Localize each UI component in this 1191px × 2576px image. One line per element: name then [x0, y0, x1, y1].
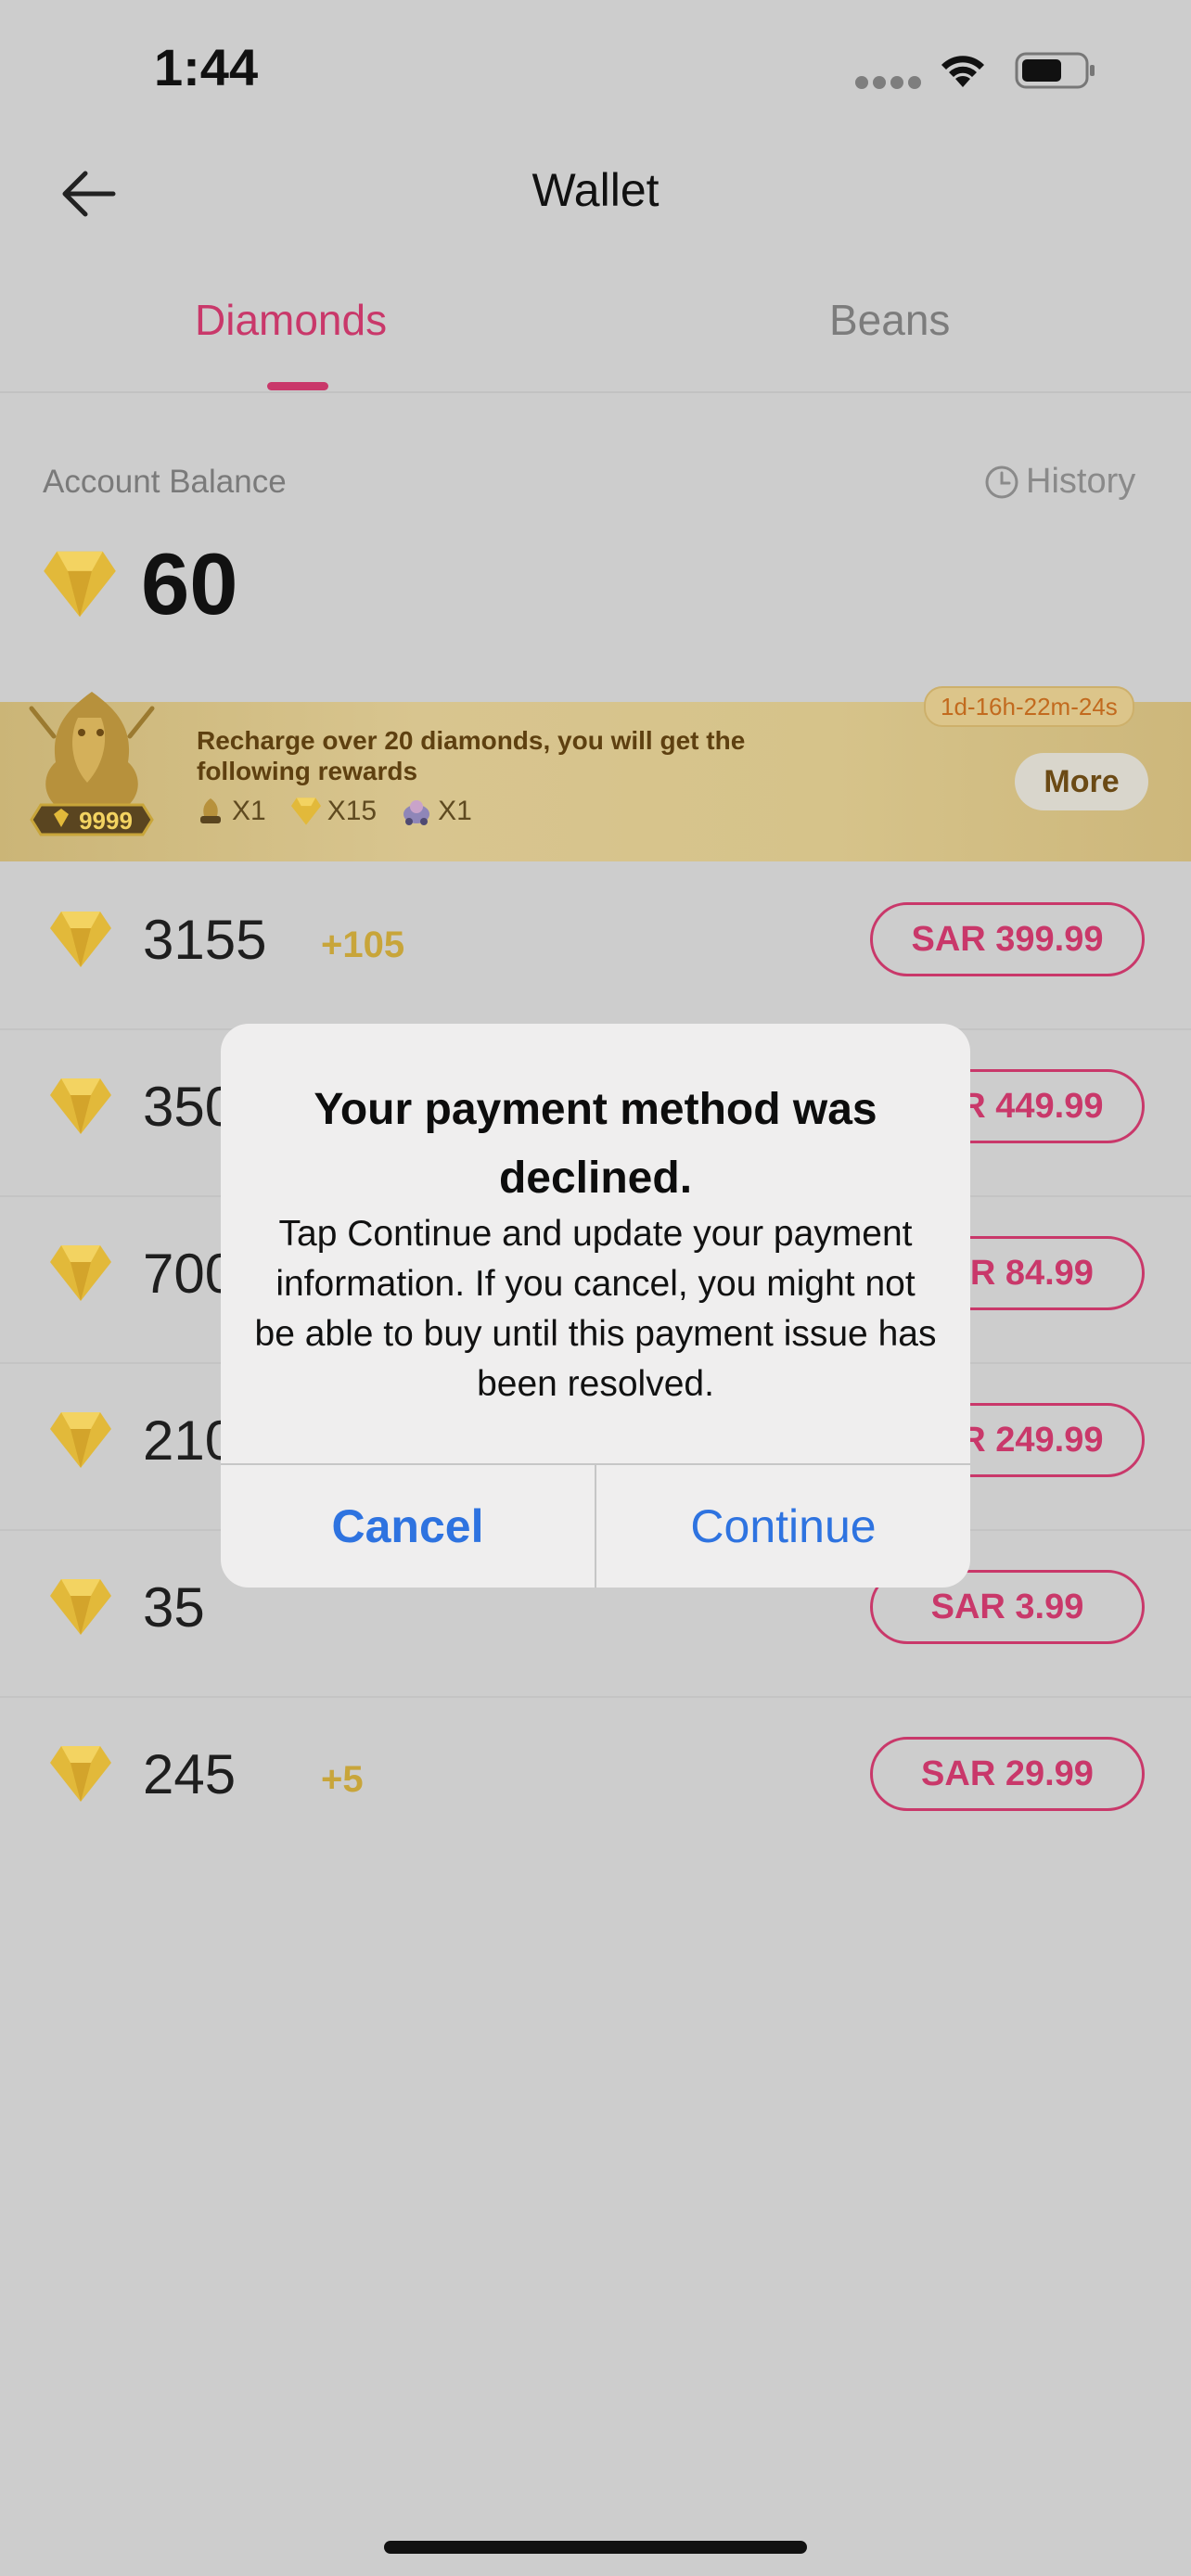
package-row[interactable]: 245 +5 SAR 29.99 [0, 1696, 1191, 1863]
tab-diamonds[interactable]: Diamonds [195, 295, 387, 345]
payment-declined-alert: Your payment method was declined. Tap Co… [221, 1024, 970, 1588]
package-amount: 3155 [143, 909, 267, 971]
diamond-icon [290, 797, 321, 825]
reward-item: X1 [401, 796, 472, 827]
countdown-badge: 1d-16h-22m-24s [924, 686, 1134, 727]
reward-quantity: X1 [232, 796, 266, 826]
diamond-icon [44, 551, 116, 618]
continue-button[interactable]: Continue [596, 1465, 970, 1588]
dragon-reward-icon [200, 798, 221, 823]
account-balance-label: Account Balance [43, 464, 287, 500]
divider [0, 391, 1191, 393]
tab-beans[interactable]: Beans [829, 295, 950, 345]
badge-value: 9999 [79, 807, 133, 835]
reward-quantity: X15 [327, 796, 378, 826]
reward-list: X1 X15 X1 [195, 796, 472, 827]
diamond-icon [50, 1579, 111, 1635]
promo-text: Recharge over 20 diamonds, you will get … [197, 726, 746, 785]
alert-title: Your payment method was declined. [314, 1085, 877, 1203]
diamond-icon [50, 912, 111, 967]
battery-icon [1015, 52, 1095, 89]
package-amount: 35 [143, 1576, 205, 1639]
wifi-icon [941, 56, 984, 87]
home-indicator[interactable] [384, 2541, 807, 2554]
alert-message: Tap Continue and update your payment inf… [254, 1214, 937, 1404]
dragon-icon: 9999 [29, 692, 155, 836]
diamond-icon [50, 1245, 111, 1301]
reward-item: X15 [290, 796, 377, 827]
reward-item: X1 [195, 796, 266, 827]
package-bonus: +5 [321, 1759, 364, 1800]
price-button[interactable]: SAR 399.99 [870, 902, 1145, 976]
cancel-button[interactable]: Cancel [221, 1465, 595, 1588]
package-amount: 245 [143, 1743, 237, 1805]
history-button[interactable]: History [983, 462, 1135, 502]
reward-quantity: X1 [438, 796, 472, 826]
package-bonus: +105 [321, 925, 405, 965]
chariot-reward-icon [403, 800, 430, 825]
package-row[interactable]: 3155 +105 SAR 399.99 [0, 861, 1191, 1030]
more-button[interactable]: More [1015, 753, 1148, 810]
cellular-signal-icon [855, 76, 922, 89]
diamond-icon [50, 1746, 111, 1802]
clock-icon [985, 465, 1018, 498]
status-time: 1:44 [154, 38, 259, 96]
history-label: History [1026, 462, 1136, 501]
active-tab-indicator [267, 382, 328, 390]
page-title: Wallet [531, 164, 660, 216]
balance-value: 60 [141, 535, 238, 632]
diamond-icon [50, 1078, 111, 1134]
price-button[interactable]: SAR 29.99 [870, 1737, 1145, 1811]
diamond-icon [50, 1412, 111, 1468]
